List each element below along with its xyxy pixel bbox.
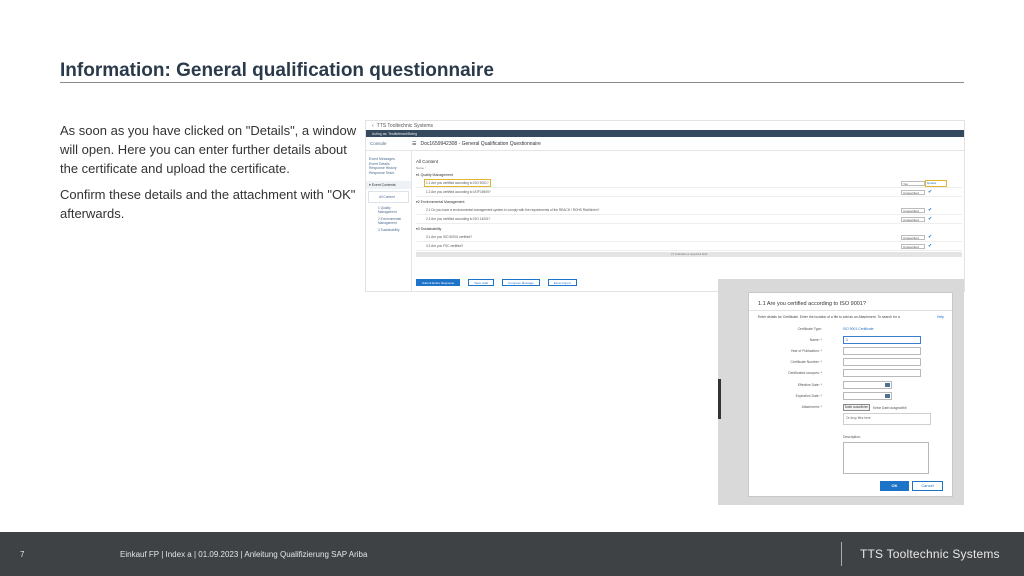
drop-zone[interactable]: Or drop files here [843,413,931,425]
question-row: 1.2 Are you certified according to IATF1… [416,188,962,197]
effective-date-label: Effective Date: * [797,383,822,387]
question-text: 3.2 Are you FSC certified? [426,244,464,248]
check-icon: ✔ [928,188,933,195]
certificated-scopes-input[interactable] [843,369,921,377]
section-header[interactable]: ▾ 3 Sustainability [416,225,962,233]
description-textarea[interactable] [843,442,929,474]
ariba-doc-header: Console ☰ Doc1659942308 - General Qualif… [366,137,964,151]
dialog-divider [749,310,952,311]
answer-select[interactable]: Unspecified [901,207,925,213]
footer-text: Einkauf FP | Index a | 01.09.2023 | Anle… [120,550,368,559]
calendar-icon[interactable] [885,383,890,387]
required-field-note: (*) indicates a required field [416,252,962,257]
section-header[interactable]: ▾ 2 Environmental Management [416,198,962,206]
ariba-action-bar: Submit Entire Response Save draft Compos… [416,279,577,286]
dialog-title: 1.1 Are you certified according to ISO 9… [758,301,866,307]
doc-title: Doc1659942308 - General Qualification Qu… [420,140,541,147]
section-header[interactable]: ▾ 1 Quality Management [416,171,962,179]
instruction-paragraph-2: Confirm these details and the attachment… [60,187,356,221]
title-divider [60,82,964,83]
check-icon: ✔ [928,215,933,222]
answer-select[interactable]: Unspecified [901,234,925,240]
cancel-button[interactable]: Cancel [912,481,943,491]
check-icon: ✔ [928,233,933,240]
year-label: Year of Publication: * [790,349,822,353]
sidebar-item-quality[interactable]: 1 Quality Management [366,203,411,214]
effective-date-input[interactable] [843,381,892,389]
console-label: Console [370,141,387,146]
question-text: 1.1 Are you certified according to ISO 9… [424,179,491,187]
calendar-icon[interactable] [885,394,890,398]
certificate-number-input[interactable] [843,358,921,366]
content-title: All Content [416,159,439,164]
compose-message-button[interactable]: Compose Message [502,279,540,286]
description-label: Description: [843,435,861,439]
question-row: 1.1 Are you certified according to ISO 9… [416,179,962,188]
dialog-intro: Enter details for Certificate. Enter the… [758,315,900,319]
details-dialog-screenshot: 1.1 Are you certified according to ISO 9… [718,279,964,505]
submit-entire-response-button[interactable]: Submit Entire Response [416,279,461,286]
background-strip [718,379,721,419]
question-text: 2.2 Are you certified according to ISO 1… [426,217,491,221]
question-text: 2.1 Do you have a environmental manageme… [426,208,600,212]
instruction-text: As soon as you have clicked on "Details"… [60,121,360,230]
save-draft-button[interactable]: Save draft [468,279,495,286]
sidebar-link[interactable]: Response Team [366,171,411,176]
answer-select[interactable]: Yes [901,180,925,186]
question-text: 1.2 Are you certified according to IATF1… [426,190,491,194]
section-label: 2 Environmental Management [417,200,465,204]
year-input[interactable] [843,347,921,355]
answer-select[interactable]: Unspecified [901,216,925,222]
certificate-type-value: ISO 9001 Certificate [843,327,874,331]
sidebar-item-environment[interactable]: 2 Environmental Management [366,214,411,225]
question-text: 3.1 Are you ISO 50001 certified? [426,235,473,239]
name-input[interactable]: 1 [843,336,921,344]
details-button[interactable]: Details [925,179,947,187]
slide-title: Information: General qualification quest… [60,60,494,81]
slide-footer: 7 Einkauf FP | Index a | 01.09.2023 | An… [0,532,1024,576]
certificate-number-label: Certificate Number: * [790,360,822,364]
sidebar-item-sustainability[interactable]: 3 Sustainability [366,225,411,232]
ariba-questionnaire-screenshot: ‹ TTS Tooltechnic Systems Acting as: Tes… [365,120,965,292]
expiration-date-label: Expiration Date: * [795,394,822,398]
name-label: Name: * [809,338,822,342]
ariba-content: All Content Name ↑ ▾ 1 Quality Managemen… [416,151,962,291]
question-row: 2.2 Are you certified according to ISO 1… [416,215,962,224]
details-dialog: 1.1 Are you certified according to ISO 9… [748,292,953,497]
sidebar-group-label: Event Contents [371,183,396,187]
sidebar-item-all-content[interactable]: All Content [368,191,409,203]
ok-button[interactable]: OK [880,481,909,491]
instruction-paragraph-1: As soon as you have clicked on "Details"… [60,123,357,176]
footer-divider [841,542,842,566]
question-row: 2.1 Do you have a environmental manageme… [416,206,962,215]
help-link[interactable]: Help [937,315,944,319]
no-file-note: Keine Datei ausgewählt [873,406,907,410]
question-row: 3.2 Are you FSC certified? Unspecified ✔ [416,242,962,251]
ariba-brand: TTS Tooltechnic Systems [376,122,433,129]
back-arrow-icon[interactable]: ‹ [372,123,374,129]
check-icon: ✔ [928,242,933,249]
footer-brand-logo: TTS Tooltechnic Systems [860,547,1000,561]
page-number: 7 [20,550,25,559]
certificate-type-label: Certificate Type: [797,327,822,331]
section-label: 3 Sustainability [417,227,442,231]
ariba-sidebar: Event Messages Event Details Response Hi… [366,151,412,291]
question-row: 3.1 Are you ISO 50001 certified? Unspeci… [416,233,962,242]
attachment-label: Attachment: * [801,405,822,409]
sidebar-group-event-contents[interactable]: ▾ Event Contents [366,181,411,189]
ariba-acting-bar: Acting as: Testlieferant/Beleg [366,130,964,137]
excel-import-button[interactable]: Excel Import [547,279,577,286]
check-icon: ✔ [928,206,933,213]
answer-select[interactable]: Unspecified [901,189,925,195]
section-label: 1 Quality Management [417,173,453,177]
answer-select[interactable]: Unspecified [901,243,925,249]
doc-list-icon: ☰ [412,140,417,147]
content-sort[interactable]: Name ↑ [416,166,962,170]
ariba-header: ‹ TTS Tooltechnic Systems [366,121,964,130]
certificated-scopes-label: Certificated scoopes: * [788,371,822,375]
choose-file-button[interactable]: Datei auswählen [843,404,870,411]
expiration-date-input[interactable] [843,392,892,400]
